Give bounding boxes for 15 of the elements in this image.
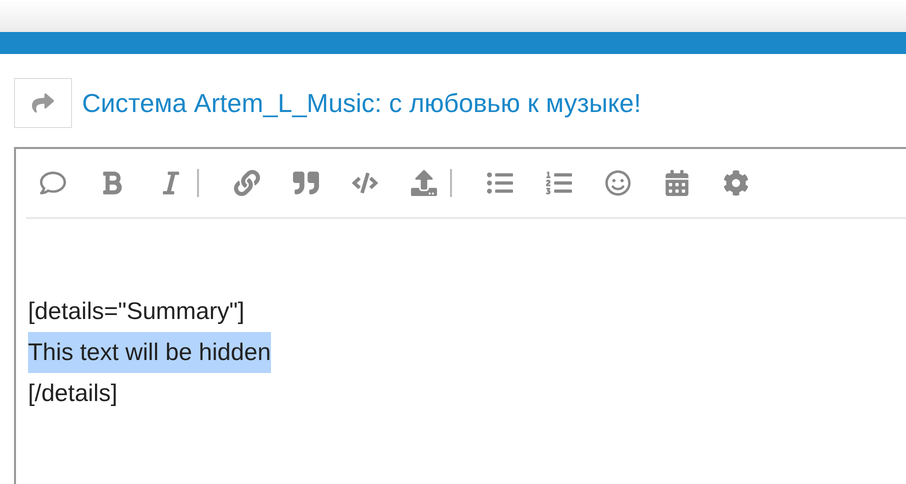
share-arrow-icon xyxy=(32,92,54,114)
link-icon xyxy=(234,170,260,196)
editor-text-line: [details="Summary"] xyxy=(28,297,244,327)
quote-icon xyxy=(293,170,319,196)
reply-button[interactable] xyxy=(14,78,72,128)
calendar-icon xyxy=(664,170,690,196)
numbered-list-icon xyxy=(546,170,572,196)
code-icon xyxy=(352,170,378,196)
smiley-icon xyxy=(605,170,631,196)
topic-title-link[interactable]: Система Artem_L_Music: с любовью к музыке! xyxy=(82,84,642,122)
bulleted-list-icon xyxy=(487,170,513,196)
settings-icon xyxy=(723,170,749,196)
speech-bubble-icon xyxy=(40,170,66,196)
editor-text-line: [/details] xyxy=(28,379,118,409)
upload-icon xyxy=(411,170,437,196)
